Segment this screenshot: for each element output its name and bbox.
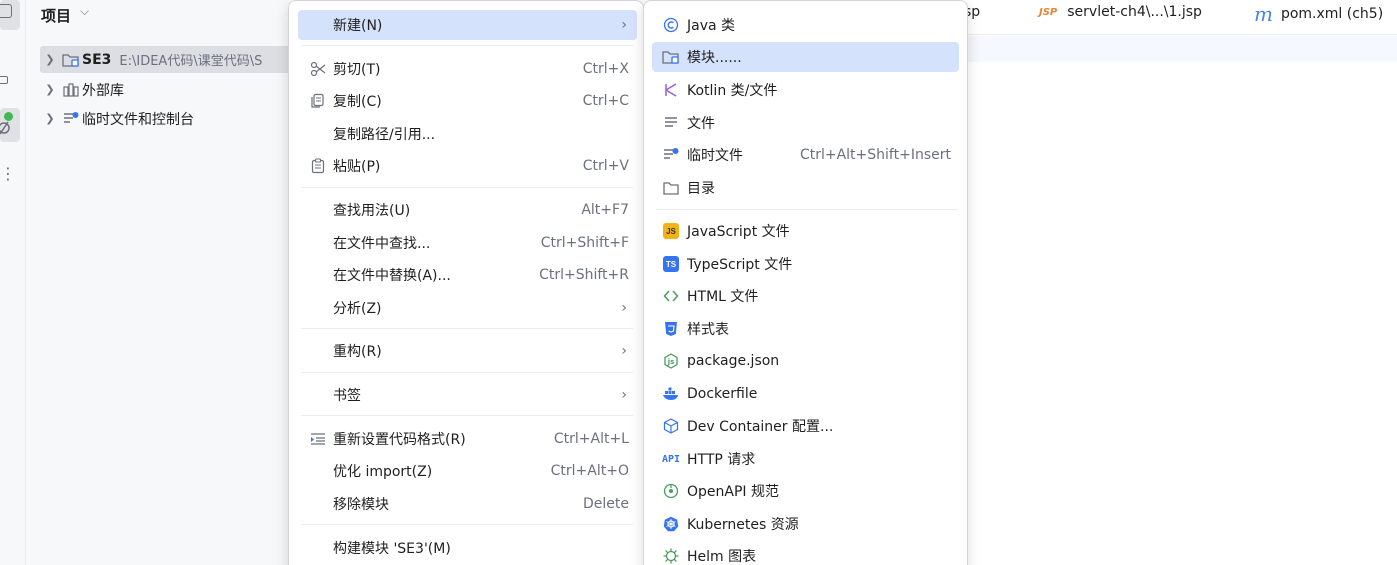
menu-item-copy-path[interactable]: 复制路径/引用... [298,119,637,149]
helm-icon [658,548,684,564]
menu-item-refactor[interactable]: 重构(R) › [298,336,637,366]
tree-item-external-libraries[interactable]: ❯ 外部库 [40,76,300,103]
tree-item-label: SE3 [82,51,112,68]
submenu-item-openapi[interactable]: OpenAPI 规范 [652,476,959,506]
tool-window-strip: ⋮ [0,0,26,565]
more-tools-icon[interactable]: ⋮ [0,164,17,183]
svg-text:js: js [667,358,675,366]
submenu-item-javascript[interactable]: JS JavaScript 文件 [652,216,959,246]
submenu-item-directory[interactable]: 目录 [652,173,959,203]
submenu-item-kubernetes[interactable]: Kubernetes 资源 [652,509,959,539]
tree-item-label: 外部库 [82,82,124,99]
submenu-item-dev-container[interactable]: Dev Container 配置... [652,411,959,441]
submenu-item-file[interactable]: 文件 [652,108,959,138]
module-folder-icon [60,52,82,68]
tree-item-label: 临时文件和控制台 [82,111,194,128]
menu-item-bookmarks[interactable]: 书签 › [298,380,637,410]
submenu-item-html[interactable]: HTML 文件 [652,281,959,311]
module-icon [658,49,684,65]
http-request-icon: API [661,453,681,465]
submenu-item-scratch-file[interactable]: 临时文件 Ctrl+Alt+Shift+Insert [652,140,959,170]
project-context-menu: 新建(N) › 剪切(T) Ctrl+X 复制(C) Ctrl+C 复制路径/引… [288,0,644,565]
scratch-file-icon [658,147,684,163]
menu-item-cut[interactable]: 剪切(T) Ctrl+X [298,54,637,84]
submenu-item-module[interactable]: 模块...... [652,42,959,72]
tab-servlet-jsp[interactable]: JSP servlet-ch4\...\1.jsp [1039,4,1202,20]
copy-icon [306,93,330,109]
chevron-right-icon: › [621,343,627,359]
submenu-item-java-class[interactable]: Java 类 [652,10,959,40]
scissors-icon [306,61,330,77]
new-submenu: Java 类 模块...... Kotlin 类/文件 文件 临时文件 Ctrl… [643,0,968,565]
nodejs-icon: js [658,353,684,369]
menu-item-new[interactable]: 新建(N) › [298,10,637,40]
typescript-icon: TS [658,256,684,272]
submenu-item-http-request[interactable]: API HTTP 请求 [652,444,959,474]
css-icon [658,321,684,337]
dev-container-icon [658,418,684,434]
submenu-item-helm-chart[interactable]: Helm 图表 [652,541,959,565]
menu-item-analyze[interactable]: 分析(Z) › [298,293,637,323]
menu-item-optimize-imports[interactable]: 优化 import(Z) Ctrl+Alt+O [298,456,637,486]
docker-icon [658,386,684,402]
submenu-item-dockerfile[interactable]: Dockerfile [652,379,959,409]
menu-item-remove-module[interactable]: 移除模块 Delete [298,489,637,519]
java-class-icon [658,17,684,33]
chevron-right-icon: › [621,387,627,403]
structure-icon[interactable] [0,76,8,84]
menu-item-find-in-files[interactable]: 在文件中查找... Ctrl+Shift+F [298,228,637,258]
paste-icon [306,158,330,174]
commit-status-dot [4,112,13,121]
project-panel-title[interactable]: 项目 [41,5,71,26]
menu-item-replace-in-files[interactable]: 在文件中替换(A)... Ctrl+Shift+R [298,260,637,290]
chevron-right-icon[interactable]: ❯ [40,53,60,66]
kubernetes-icon [658,516,684,532]
kotlin-icon [658,82,684,98]
maven-icon: m [1254,2,1273,26]
tree-item-path: E:\IDEA代码\课堂代码\S [119,54,263,69]
project-icon [0,4,12,18]
chevron-right-icon[interactable]: ❯ [40,83,60,96]
submenu-item-package-json[interactable]: js package.json [652,346,959,376]
openapi-icon [658,483,684,499]
tab-pom-xml[interactable]: m pom.xml (ch5) [1254,4,1383,24]
menu-item-find-usages[interactable]: 查找用法(U) Alt+F7 [298,195,637,225]
javascript-icon: JS [658,223,684,239]
jsp-file-icon: JSP [1039,6,1058,18]
submenu-item-kotlin[interactable]: Kotlin 类/文件 [652,75,959,105]
reformat-icon [306,431,330,447]
tab-label: servlet-ch4\...\1.jsp [1067,4,1202,20]
folder-icon [658,180,684,196]
chevron-right-icon: › [621,300,627,316]
html-icon [658,288,684,304]
library-icon [60,82,82,98]
menu-item-build-module[interactable]: 构建模块 'SE3'(M) [298,533,637,563]
file-icon [658,115,684,131]
submenu-item-typescript[interactable]: TS TypeScript 文件 [652,249,959,279]
menu-item-copy[interactable]: 复制(C) Ctrl+C [298,86,637,116]
chevron-right-icon[interactable]: ❯ [40,112,60,125]
submenu-item-stylesheet[interactable]: 样式表 [652,314,959,344]
tree-item-scratches[interactable]: ❯ 临时文件和控制台 [40,105,300,132]
scratches-icon [60,111,82,127]
project-panel: 项目 ⌵ ❯ SE3 E:\IDEA代码\课堂代码\S ❯ 外部库 ❯ 临时文件… [26,0,300,565]
menu-item-reformat-code[interactable]: 重新设置代码格式(R) Ctrl+Alt+L [298,424,637,454]
chevron-down-icon[interactable]: ⌵ [80,4,89,19]
menu-item-paste[interactable]: 粘贴(P) Ctrl+V [298,151,637,181]
chevron-right-icon: › [621,17,627,33]
tree-item-se3[interactable]: ❯ SE3 E:\IDEA代码\课堂代码\S [40,46,300,73]
tab-label: pom.xml (ch5) [1280,6,1384,22]
project-tool-button[interactable] [0,0,20,30]
